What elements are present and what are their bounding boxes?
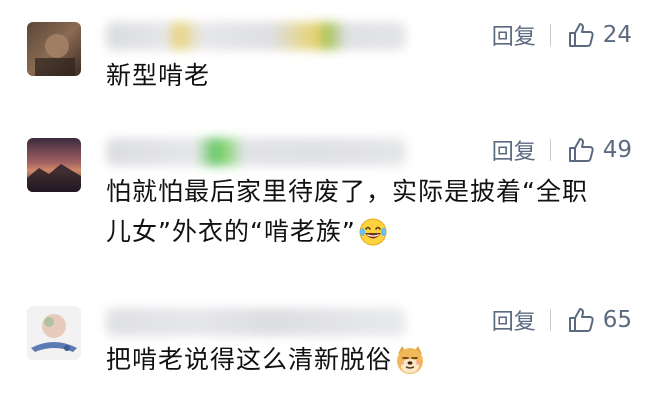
- comment-item: 回复 65 把啃老说得这么清新脱俗: [0, 0, 660, 403]
- username-blurred[interactable]: [106, 308, 406, 336]
- reply-button[interactable]: 回复: [492, 304, 536, 336]
- thumbs-up-icon[interactable]: [567, 306, 595, 334]
- comment-text-line: 把啃老说得这么清新脱俗: [106, 345, 393, 374]
- like-count: 65: [602, 307, 632, 333]
- avatar[interactable]: [27, 306, 81, 360]
- comment-text: 把啃老说得这么清新脱俗: [106, 340, 636, 380]
- divider: [549, 309, 551, 331]
- comment-actions: 回复 65: [492, 305, 632, 335]
- doge-emoji: [397, 346, 424, 374]
